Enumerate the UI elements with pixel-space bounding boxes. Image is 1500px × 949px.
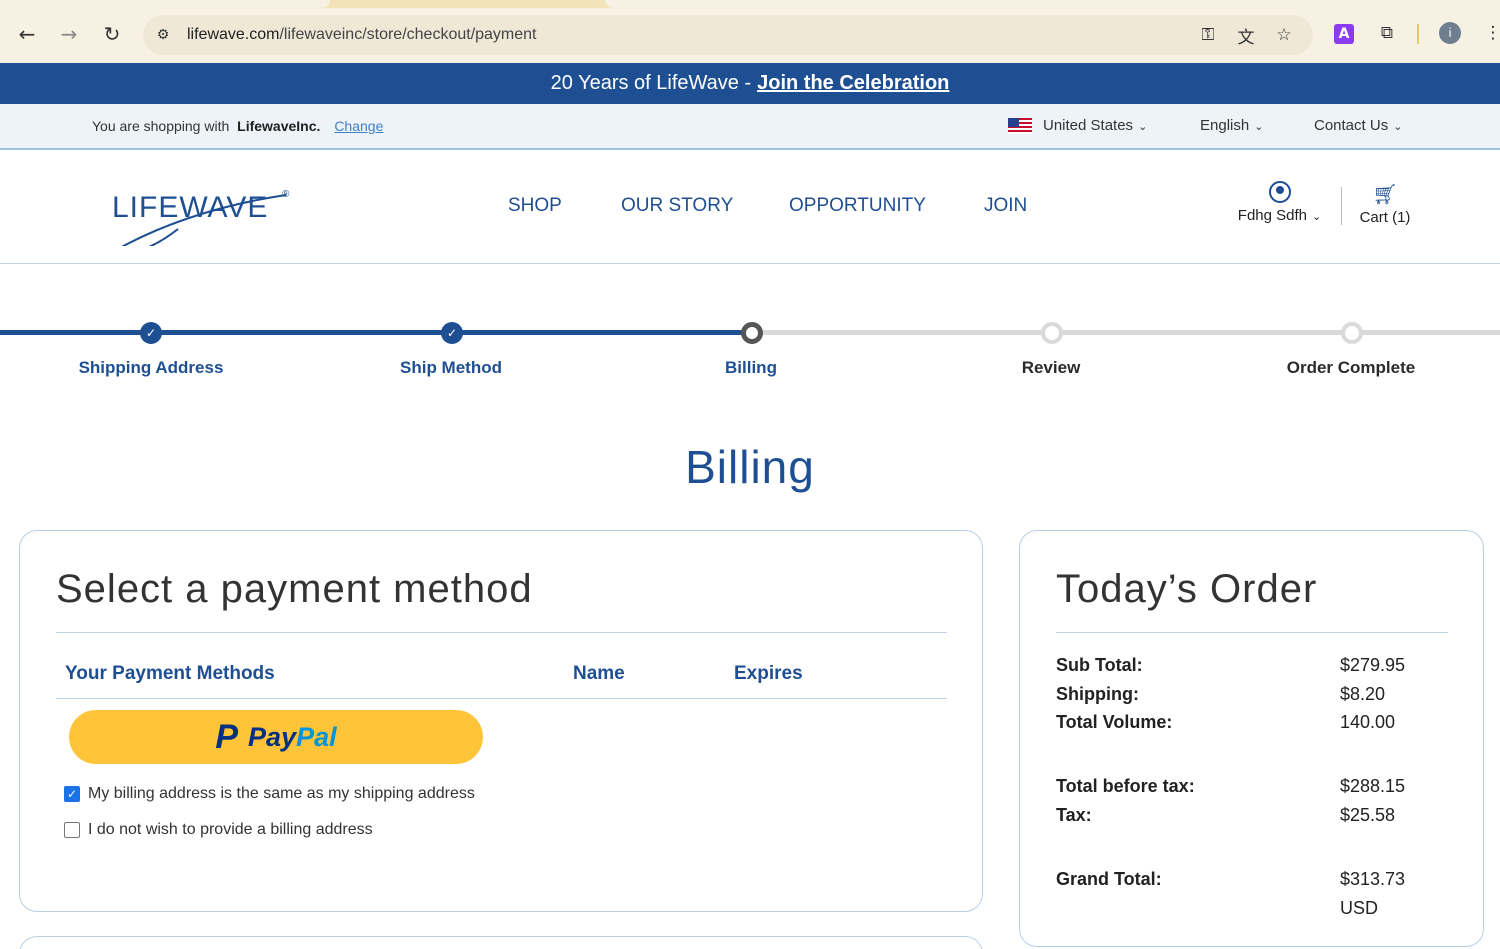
country-selector[interactable]: United States ⌄ (1043, 117, 1147, 134)
before-tax-value: $288.15 (1340, 776, 1406, 796)
user-icon (1268, 181, 1291, 203)
progress-fill (0, 330, 752, 335)
url-text[interactable]: lifewave.com/lifewaveinc/store/checkout/… (187, 26, 537, 44)
payment-method-card: Select a payment method Your Payment Met… (19, 530, 983, 912)
language-selector[interactable]: English ⌄ (1200, 117, 1263, 134)
col-payment-methods: Your Payment Methods (65, 663, 275, 684)
cart-icon: 🛒︎ (1372, 182, 1398, 206)
nav-join[interactable]: JOIN (984, 195, 1027, 217)
translate-icon[interactable]: 文 (1235, 24, 1257, 48)
sub-total-value: $279.95 (1340, 655, 1406, 675)
page-title: Billing (685, 441, 815, 493)
chevron-down-icon: ⌄ (1393, 120, 1403, 133)
logo-text: LIFEWAVE (112, 191, 269, 224)
celebration-link[interactable]: Join the Celebration (757, 72, 949, 95)
profile-avatar-icon[interactable]: i (1439, 22, 1461, 44)
forward-icon[interactable]: → (55, 20, 83, 48)
account-menu[interactable]: Fdhg Sdfh ⌄ (1232, 181, 1327, 224)
shopping-with-notice: You are shopping with LifewaveInc. Chang… (92, 118, 384, 134)
browser-menu-icon[interactable]: ⋮ (1482, 22, 1500, 44)
next-section-card (19, 936, 983, 949)
chevron-down-icon: ⌄ (1138, 120, 1148, 133)
change-shop-link[interactable]: Change (334, 118, 383, 134)
no-billing-checkbox-row[interactable]: I do not wish to provide a billing addre… (64, 821, 373, 839)
nav-our-story[interactable]: OUR STORY (621, 195, 733, 217)
shop-owner-name: LifewaveInc. (237, 118, 321, 134)
announcement-text: 20 Years of LifeWave - (550, 72, 752, 94)
extension-a-icon[interactable]: A (1334, 24, 1354, 44)
same-address-checkbox-row[interactable]: ✓ My billing address is the same as my s… (64, 785, 475, 803)
lifewave-logo[interactable]: LIFEWAVE ® (100, 171, 300, 246)
order-card-title: Today’s Order (1056, 567, 1318, 611)
contact-us-menu[interactable]: Contact Us ⌄ (1314, 117, 1402, 134)
password-key-icon[interactable]: ⚿ (1197, 24, 1219, 46)
col-expires: Expires (734, 663, 803, 684)
same-address-label: My billing address is the same as my shi… (88, 785, 475, 802)
currency-label: USD (1340, 898, 1379, 918)
order-summary-card: Today’s Order Sub Total: $279.95 Shipping… (1019, 530, 1484, 947)
address-bar[interactable]: ⚙ lifewave.com/lifewaveinc/store/checkou… (143, 15, 1313, 55)
chevron-down-icon: ⌄ (1312, 210, 1322, 223)
announcement-bar: 20 Years of LifeWave - Join the Celebrat… (0, 63, 1500, 104)
payment-card-title: Select a payment method (56, 567, 533, 611)
col-name: Name (573, 663, 625, 684)
no-billing-checkbox[interactable] (64, 822, 80, 838)
paypal-button[interactable]: P PayPal (69, 710, 483, 764)
no-billing-label: I do not wish to provide a billing addre… (88, 821, 373, 838)
step-billing: Billing (725, 358, 777, 377)
nav-shop[interactable]: SHOP (508, 195, 562, 217)
cart-button[interactable]: 🛒︎ Cart (1) (1355, 183, 1415, 226)
extensions-puzzle-icon[interactable]: ⧉ (1376, 22, 1398, 44)
site-header: LIFEWAVE ® SHOP OUR STORY OPPORTUNITY JO… (0, 151, 1500, 264)
grand-total-value: $313.73 (1340, 869, 1406, 889)
chevron-down-icon: ⌄ (1254, 120, 1264, 133)
same-address-checkbox[interactable]: ✓ (64, 786, 80, 802)
browser-toolbar: ← → ↻ ⚙ lifewave.com/lifewaveinc/store/c… (0, 0, 1500, 63)
us-flag-icon (1008, 118, 1032, 134)
step-ship-method[interactable]: Ship Method (331, 358, 571, 378)
site-settings-icon[interactable]: ⚙ (153, 25, 173, 45)
step-done-check-icon: ✓ (140, 322, 162, 344)
step-todo-dot (1341, 322, 1363, 344)
step-done-check-icon: ✓ (441, 322, 463, 344)
volume-value: 140.00 (1340, 712, 1396, 732)
nav-opportunity[interactable]: OPPORTUNITY (789, 195, 926, 217)
paypal-logo-icon: P (215, 717, 239, 756)
back-icon[interactable]: ← (13, 20, 41, 48)
step-todo-dot (1041, 322, 1063, 344)
step-shipping-address[interactable]: Shipping Address (31, 358, 271, 378)
cart-label: Cart (1) (1359, 209, 1411, 226)
bookmark-star-icon[interactable]: ☆ (1273, 24, 1295, 46)
reload-icon[interactable]: ↻ (98, 20, 126, 48)
step-review: Review (1021, 358, 1081, 377)
utility-bar: You are shopping with LifewaveInc. Chang… (0, 104, 1500, 150)
step-current-dot (741, 322, 763, 344)
shipping-value: $8.20 (1340, 684, 1386, 704)
tax-value: $25.58 (1340, 805, 1396, 825)
step-order-complete: Order Complete (1286, 358, 1416, 377)
account-name: Fdhg Sdfh (1237, 207, 1307, 224)
